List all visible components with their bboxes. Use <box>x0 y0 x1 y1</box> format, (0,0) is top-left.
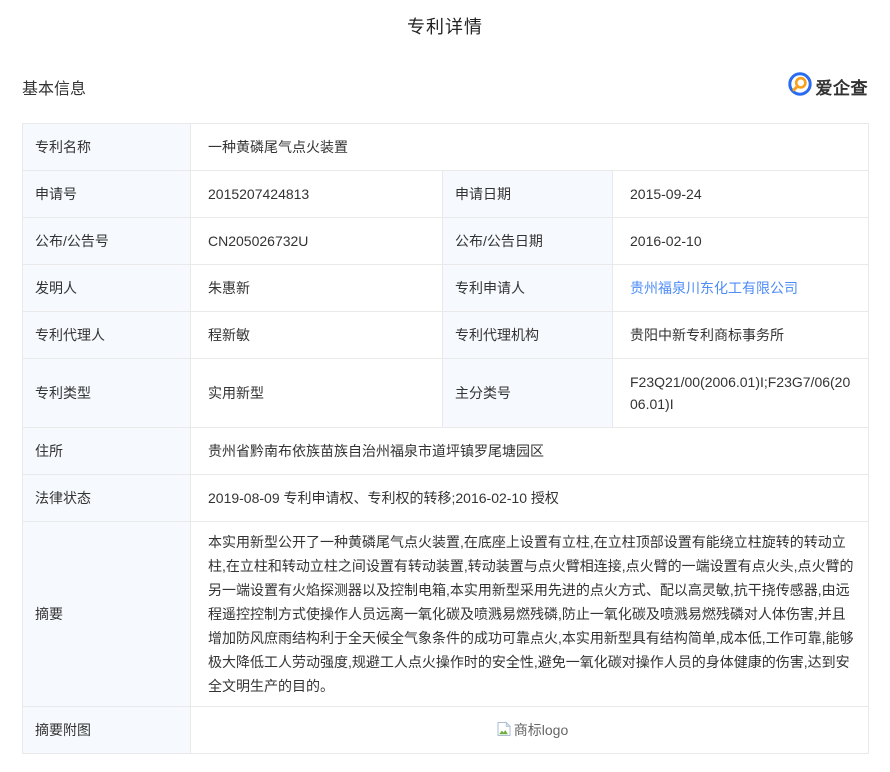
row-inventor: 发明人 朱惠新 专利申请人 贵州福泉川东化工有限公司 <box>23 265 869 312</box>
row-publication: 公布/公告号 CN205026732U 公布/公告日期 2016-02-10 <box>23 218 869 265</box>
main-class-value: F23Q21/00(2006.01)I;F23G7/06(2006.01)I <box>613 359 869 428</box>
address-label: 住所 <box>23 428 191 475</box>
abstract-figure-value: 商标logo <box>191 707 869 754</box>
row-address: 住所 贵州省黔南布依族苗族自治州福泉市道坪镇罗尾塘园区 <box>23 428 869 475</box>
publication-date-label: 公布/公告日期 <box>443 218 613 265</box>
patent-info-table: 专利名称 一种黄磷尾气点火装置 申请号 2015207424813 申请日期 2… <box>22 123 869 754</box>
agency-label: 专利代理机构 <box>443 312 613 359</box>
agent-value: 程新敏 <box>191 312 443 359</box>
abstract-label: 摘要 <box>23 522 191 707</box>
figure-alt-text: 商标logo <box>514 720 568 740</box>
publication-date-value: 2016-02-10 <box>613 218 869 265</box>
publication-no-label: 公布/公告号 <box>23 218 191 265</box>
aiqicha-brand-link[interactable]: 爱企查 <box>788 72 869 101</box>
applicant-label: 专利申请人 <box>443 265 613 312</box>
patent-type-value: 实用新型 <box>191 359 443 428</box>
row-application: 申请号 2015207424813 申请日期 2015-09-24 <box>23 171 869 218</box>
abstract-figure-label: 摘要附图 <box>23 707 191 754</box>
aiqicha-logo-icon <box>788 72 812 101</box>
row-abstract: 摘要 本实用新型公开了一种黄磷尾气点火装置,在底座上设置有立柱,在立柱顶部设置有… <box>23 522 869 707</box>
patent-detail-page: 专利详情 基本信息 爱企查 专利名称 一种黄磷尾气点火装置 申请号 201520… <box>0 13 890 754</box>
row-abstract-figure: 摘要附图 商标logo <box>23 707 869 754</box>
agency-value: 贵阳中新专利商标事务所 <box>613 312 869 359</box>
abstract-value: 本实用新型公开了一种黄磷尾气点火装置,在底座上设置有立柱,在立柱顶部设置有能绕立… <box>191 522 869 707</box>
page-title: 专利详情 <box>22 13 868 39</box>
application-date-label: 申请日期 <box>443 171 613 218</box>
patent-name-label: 专利名称 <box>23 124 191 171</box>
section-header: 基本信息 爱企查 <box>22 72 868 101</box>
row-type-class: 专利类型 实用新型 主分类号 F23Q21/00(2006.01)I;F23G7… <box>23 359 869 428</box>
application-date-value: 2015-09-24 <box>613 171 869 218</box>
address-value: 贵州省黔南布依族苗族自治州福泉市道坪镇罗尾塘园区 <box>191 428 869 475</box>
section-title: 基本信息 <box>22 75 86 99</box>
agent-label: 专利代理人 <box>23 312 191 359</box>
main-class-label: 主分类号 <box>443 359 613 428</box>
inventor-value: 朱惠新 <box>191 265 443 312</box>
patent-type-label: 专利类型 <box>23 359 191 428</box>
brand-name: 爱企查 <box>816 74 869 99</box>
row-patent-name: 专利名称 一种黄磷尾气点火装置 <box>23 124 869 171</box>
legal-status-value: 2019-08-09 专利申请权、专利权的转移;2016-02-10 授权 <box>191 475 869 522</box>
legal-status-label: 法律状态 <box>23 475 191 522</box>
applicant-company-link[interactable]: 贵州福泉川东化工有限公司 <box>630 280 798 296</box>
inventor-label: 发明人 <box>23 265 191 312</box>
application-no-value: 2015207424813 <box>191 171 443 218</box>
application-no-label: 申请号 <box>23 171 191 218</box>
publication-no-value: CN205026732U <box>191 218 443 265</box>
row-agent: 专利代理人 程新敏 专利代理机构 贵阳中新专利商标事务所 <box>23 312 869 359</box>
patent-name-value: 一种黄磷尾气点火装置 <box>191 124 869 171</box>
broken-image-icon <box>496 721 512 740</box>
row-legal-status: 法律状态 2019-08-09 专利申请权、专利权的转移;2016-02-10 … <box>23 475 869 522</box>
